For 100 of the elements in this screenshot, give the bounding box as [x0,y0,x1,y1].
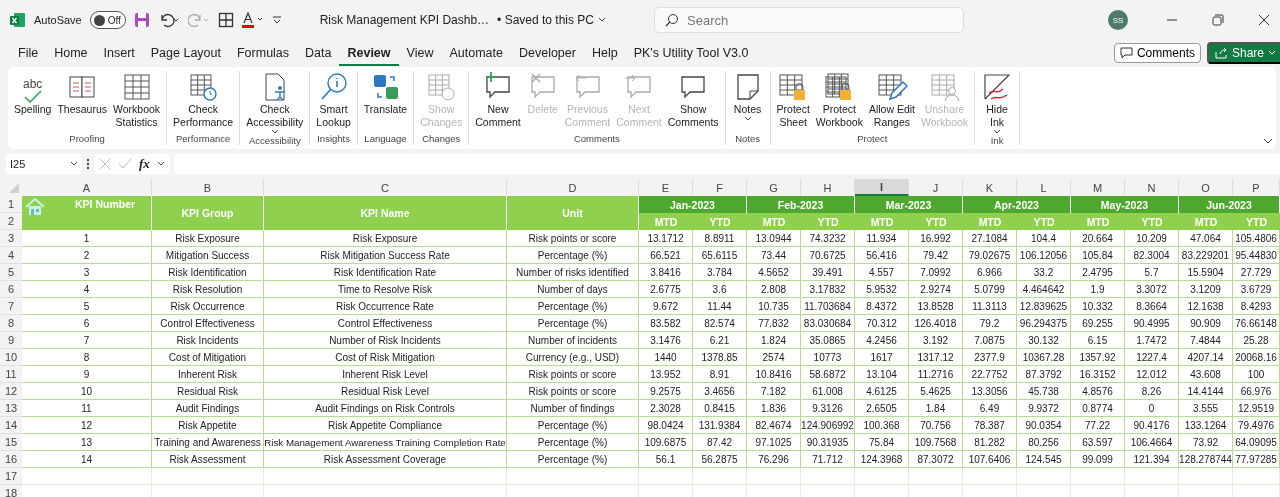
table-cell: 3.6729 [1233,281,1280,298]
month-header: Apr-2023 [963,196,1071,213]
row-header[interactable]: 17 [0,468,22,485]
search-field[interactable]: Search [654,7,965,33]
menu-tab[interactable]: Formulas [228,42,298,66]
ribbon-button[interactable]: Notes [729,71,766,133]
ribbon-button[interactable]: Check Accessibility [244,71,306,135]
table-cell: 64.09095 [1233,434,1280,451]
row-header[interactable]: 6 [0,281,22,298]
autosave-toggle[interactable]: Off [89,11,126,29]
table-cell: 27.729 [1233,264,1280,281]
table-cell: 79.02675 [963,247,1017,264]
row-header[interactable]: 4 [0,247,22,264]
table-cell: 4.2456 [855,332,909,349]
ribbon-button[interactable]: Thesaurus [55,71,109,133]
table-cell: 1227.4 [1125,349,1179,366]
table-cell [1125,468,1179,485]
save-icon[interactable] [133,12,150,28]
column-header[interactable]: D [507,179,639,196]
table-cell: 9 [22,366,152,383]
column-header[interactable]: A [22,179,152,196]
table-cell: 3.555 [1179,400,1233,417]
ribbon-button[interactable]: Workbook Statistics [111,71,163,133]
avatar[interactable]: SS [1108,10,1128,30]
insert-function-button[interactable]: fx [139,156,150,172]
row-header[interactable]: 14 [0,417,22,434]
table-cell: Risk Exposure [264,230,507,247]
ribbon-button[interactable]: New Comment [473,71,523,133]
table-cell: 0.8774 [1071,400,1125,417]
column-header[interactable]: L [1017,179,1071,196]
row-header[interactable]: 15 [0,434,22,451]
table-cell: 90.4176 [1125,417,1179,434]
table-cell: 10.332 [1071,298,1125,315]
menu-tab[interactable]: Insert [95,42,143,66]
borders-icon[interactable] [217,12,234,28]
column-header[interactable]: N [1125,179,1179,196]
column-header[interactable]: J [909,179,963,196]
ribbon-button[interactable]: abc Spelling [12,71,54,133]
menu-tab[interactable]: Help [583,42,626,66]
row-header[interactable]: 5 [0,264,22,281]
ribbon-button[interactable]: Check Performance [171,71,236,133]
column-header[interactable]: O [1179,179,1233,196]
check-icon [23,90,42,103]
row-header[interactable]: 18 [0,485,22,497]
menu-tab[interactable]: Review [339,42,399,66]
row-header[interactable]: 16 [0,451,22,468]
column-header[interactable]: P [1233,179,1280,196]
row-header[interactable]: 9 [0,332,22,349]
column-header[interactable]: B [152,179,264,196]
table-cell: 33.2 [1017,264,1071,281]
ribbon-button[interactable]: Protect Sheet [774,71,812,133]
more-options-icon[interactable] [86,158,90,170]
table-cell: 100 [1233,366,1280,383]
restore-icon[interactable] [1212,14,1224,26]
ribbon-button[interactable]: Translate [361,71,410,133]
row-header[interactable]: 7 [0,298,22,315]
menu-tab[interactable]: PK's Utility Tool V3.0 [625,42,757,66]
column-header[interactable]: H [801,179,855,196]
row-header[interactable]: 12 [0,383,22,400]
column-header[interactable]: I [855,179,909,196]
column-header[interactable]: K [963,179,1017,196]
table-cell: 73.44 [747,247,801,264]
menu-tab[interactable]: Home [46,42,96,66]
column-header[interactable]: E [639,179,693,196]
row-header[interactable]: 11 [0,366,22,383]
table-cell: Number of findings [507,400,639,417]
table-cell: Percentage (%) [507,315,639,332]
menu-tab[interactable]: Page Layout [142,42,229,66]
ribbon-button[interactable]: Allow Edit Ranges [866,71,917,133]
row-header[interactable]: 1 [0,196,22,213]
menu-tab[interactable]: Data [297,42,340,66]
font-color-icon[interactable] [241,12,264,28]
row-header[interactable]: 3 [0,230,22,247]
menu-tab[interactable]: Automate [441,42,511,66]
menu-tab[interactable]: View [398,42,442,66]
column-header[interactable]: C [264,179,507,196]
column-header[interactable]: F [693,179,747,196]
table-cell: 9.2575 [639,383,693,400]
row-header[interactable]: 10 [0,349,22,366]
table-cell: 16.992 [909,230,963,247]
ribbon-button[interactable]: Protect Workbook [813,71,865,133]
close-icon[interactable] [1258,14,1270,26]
table-cell: 27.1084 [963,230,1017,247]
customize-caret-icon[interactable] [271,15,282,25]
ribbon-button[interactable]: Smart Lookup [314,71,353,133]
column-header[interactable]: M [1071,179,1125,196]
menu-tab[interactable]: File [10,42,47,66]
share-icon [1214,47,1228,59]
ribbon-button[interactable]: Hide Ink [979,71,1016,135]
row-header[interactable]: 8 [0,315,22,332]
comments-button[interactable]: Comments [1113,43,1201,63]
ribbon-button[interactable]: Show Comments [665,71,721,133]
name-box[interactable]: I25 [6,154,82,174]
menu-tab[interactable]: Developer [510,42,584,66]
row-header[interactable]: 13 [0,400,22,417]
collapse-ribbon-icon[interactable] [1263,138,1273,145]
column-header[interactable]: G [747,179,801,196]
share-button[interactable]: Share [1206,42,1280,64]
row-header[interactable]: 2 [0,213,22,230]
table-cell: Risk Exposure [152,230,264,247]
